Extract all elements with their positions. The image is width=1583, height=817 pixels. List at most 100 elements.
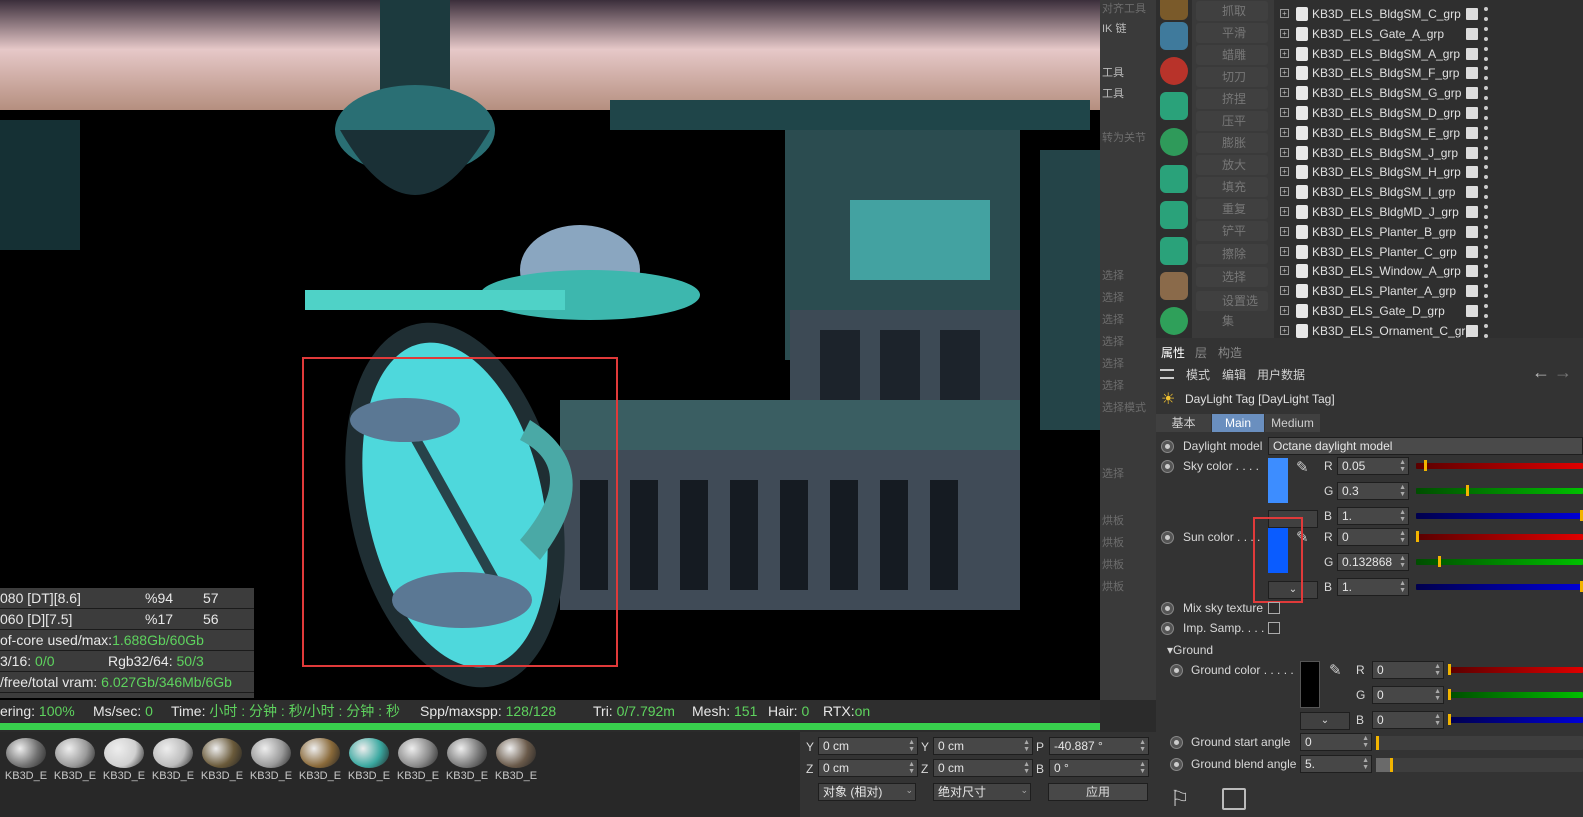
- edit-icon[interactable]: [1466, 305, 1478, 317]
- expand-icon[interactable]: +: [1280, 167, 1289, 177]
- arrow-left-icon[interactable]: ←: [1532, 362, 1550, 383]
- render-viewport[interactable]: 080 [DT][8.6] %94 57 060 [D][7.5] %17 56…: [0, 0, 1100, 700]
- object-row[interactable]: + KB3D_ELS_Gate_A_grp: [1274, 24, 1583, 44]
- sculpt-tool-item[interactable]: 抓取: [1196, 1, 1268, 21]
- sculpt-tool-item[interactable]: 填充: [1196, 177, 1268, 197]
- expand-icon[interactable]: +: [1280, 266, 1289, 276]
- sky-b-field[interactable]: 1. ▲ ▼: [1337, 507, 1409, 525]
- menu-ik-chain[interactable]: IK 链: [1102, 20, 1126, 36]
- menu-tools-1[interactable]: 工具: [1102, 64, 1124, 80]
- expand-icon[interactable]: +: [1280, 246, 1289, 256]
- spinner-icon[interactable]: ▲ ▼: [1399, 484, 1406, 498]
- eyedropper-icon[interactable]: ✎: [1296, 458, 1314, 476]
- material-thumbnail[interactable]: KB3D_E: [445, 736, 489, 782]
- slider-knob[interactable]: [1376, 736, 1379, 750]
- plugin-icon[interactable]: [1160, 128, 1188, 156]
- sculpt-tool-item[interactable]: 平滑: [1196, 23, 1268, 43]
- menu-bake[interactable]: 烘板: [1102, 512, 1124, 528]
- slider-knob[interactable]: [1416, 531, 1419, 542]
- material-thumbnail[interactable]: KB3D_E: [249, 736, 293, 782]
- slider-knob[interactable]: [1448, 689, 1451, 700]
- ground-b-slider[interactable]: [1448, 714, 1583, 725]
- sculpt-tool-item[interactable]: 膨胀: [1196, 133, 1268, 153]
- tab-attributes[interactable]: 属性: [1161, 344, 1185, 361]
- menu-select[interactable]: 选择: [1102, 311, 1124, 327]
- material-thumbnail[interactable]: KB3D_E: [151, 736, 195, 782]
- menu-bake[interactable]: 烘板: [1102, 578, 1124, 594]
- sun-b-field[interactable]: 1. ▲ ▼: [1337, 578, 1409, 596]
- animate-radio[interactable]: [1161, 531, 1174, 544]
- ground-r-field[interactable]: 0 ▲ ▼: [1372, 661, 1444, 679]
- subtab-medium[interactable]: Medium: [1265, 414, 1320, 432]
- edit-icon[interactable]: [1466, 67, 1478, 80]
- edit-icon[interactable]: [1466, 265, 1478, 278]
- edit-icon[interactable]: [1466, 47, 1478, 60]
- object-row[interactable]: + KB3D_ELS_Window_A_grp: [1274, 261, 1583, 281]
- spinner-icon[interactable]: ▲ ▼: [1362, 757, 1369, 771]
- edit-icon[interactable]: [1466, 186, 1478, 199]
- expand-icon[interactable]: +: [1280, 226, 1289, 236]
- object-row[interactable]: + KB3D_ELS_BldgSM_E_grp: [1274, 123, 1583, 143]
- spinner-icon[interactable]: ▲ ▼: [1399, 555, 1406, 569]
- edit-icon[interactable]: [1466, 107, 1478, 119]
- visibility-dots-icon[interactable]: [1484, 66, 1488, 81]
- plugin-icon[interactable]: [1160, 0, 1188, 20]
- expand-icon[interactable]: +: [1280, 147, 1289, 157]
- expand-icon[interactable]: +: [1280, 325, 1289, 335]
- edit-icon[interactable]: [1466, 27, 1478, 40]
- plugin-icon[interactable]: [1160, 272, 1188, 300]
- sun-r-slider[interactable]: [1416, 531, 1583, 542]
- object-row[interactable]: + KB3D_ELS_BldgSM_D_grp: [1274, 103, 1583, 123]
- mix-sky-texture-checkbox[interactable]: [1268, 602, 1280, 614]
- expand-icon[interactable]: +: [1280, 207, 1289, 216]
- subtab-main[interactable]: Main: [1212, 414, 1264, 432]
- sun-g-slider[interactable]: [1416, 556, 1583, 567]
- menu-mode[interactable]: 模式: [1186, 366, 1210, 383]
- daylight-model-select[interactable]: Octane daylight model: [1268, 437, 1583, 455]
- coordinate-mode-select[interactable]: 对象 (相对) ⌄: [818, 783, 916, 801]
- object-row[interactable]: + KB3D_ELS_BldgSM_A_grp: [1274, 44, 1583, 64]
- visibility-dots-icon[interactable]: [1484, 224, 1488, 239]
- sky-g-field[interactable]: 0.3 ▲ ▼: [1337, 482, 1409, 500]
- cube-icon[interactable]: [1160, 92, 1188, 120]
- apply-button[interactable]: 应用: [1048, 783, 1148, 801]
- visibility-dots-icon[interactable]: [1484, 244, 1488, 259]
- ground-section-toggle[interactable]: ▾Ground: [1167, 643, 1213, 657]
- expand-icon[interactable]: +: [1280, 88, 1289, 98]
- arrow-right-icon[interactable]: →: [1554, 362, 1572, 383]
- menu-select-mode[interactable]: 选择模式: [1102, 399, 1146, 415]
- expand-icon[interactable]: +: [1280, 28, 1289, 38]
- sky-color-swatch[interactable]: [1268, 458, 1288, 503]
- sculpt-tool-item[interactable]: 放大: [1196, 155, 1268, 175]
- material-thumbnail[interactable]: KB3D_E: [494, 736, 538, 782]
- slider-knob[interactable]: [1448, 664, 1451, 675]
- z-size-field[interactable]: 0 cm ▲ ▼: [933, 759, 1033, 777]
- help-icon[interactable]: ⚐: [1170, 786, 1190, 812]
- edit-icon[interactable]: [1466, 166, 1478, 179]
- menu-tools-2[interactable]: 工具: [1102, 85, 1124, 101]
- plugin-icon[interactable]: [1160, 165, 1188, 193]
- expand-icon[interactable]: +: [1280, 9, 1289, 18]
- menu-edit[interactable]: 编辑: [1222, 366, 1246, 383]
- expand-icon[interactable]: +: [1280, 306, 1289, 315]
- material-thumbnail[interactable]: KB3D_E: [102, 736, 146, 782]
- plugin-icon[interactable]: [1160, 22, 1188, 50]
- eyedropper-icon[interactable]: ✎: [1329, 661, 1347, 679]
- edit-icon[interactable]: [1466, 324, 1478, 337]
- spinner-icon[interactable]: ▲ ▼: [1434, 688, 1441, 702]
- menu-select[interactable]: 选择: [1102, 267, 1124, 283]
- spinner-icon[interactable]: ▲ ▼: [1023, 761, 1030, 775]
- tab-layers[interactable]: 层: [1195, 344, 1207, 361]
- spinner-icon[interactable]: ▲ ▼: [1399, 509, 1406, 523]
- ground-start-angle-slider[interactable]: [1376, 736, 1583, 750]
- object-row[interactable]: + KB3D_ELS_Gate_D_grp: [1274, 301, 1583, 321]
- spinner-icon[interactable]: ▲ ▼: [1434, 663, 1441, 677]
- ground-r-slider[interactable]: [1448, 664, 1583, 675]
- edit-icon[interactable]: [1466, 8, 1478, 20]
- visibility-dots-icon[interactable]: [1484, 165, 1488, 180]
- sun-r-field[interactable]: 0 ▲ ▼: [1337, 528, 1409, 546]
- object-row[interactable]: + KB3D_ELS_Planter_A_grp: [1274, 281, 1583, 301]
- spinner-icon[interactable]: ▲ ▼: [1139, 761, 1146, 775]
- menu-bake[interactable]: 烘板: [1102, 556, 1124, 572]
- sculpt-tool-item[interactable]: 选择: [1196, 267, 1268, 287]
